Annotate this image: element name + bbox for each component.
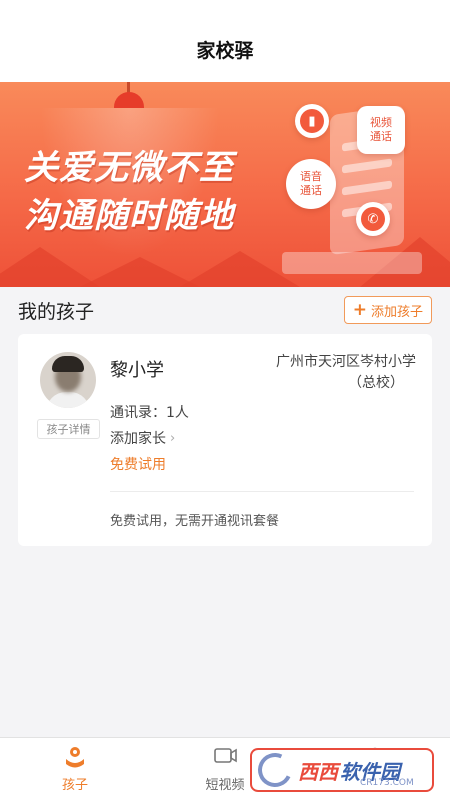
tab-children-label: 孩子 [61,778,88,793]
banner-slogan-line1: 关爱无微不至 [24,148,234,188]
video-icon [212,744,238,770]
bar-chart-icon: ▮ [295,104,329,138]
tab-children[interactable]: 孩子 [35,744,115,793]
voice-call-bubble: 语音 通话 [286,159,336,209]
child-detail-button[interactable]: 孩子详情 [37,419,100,439]
child-icon [62,744,88,770]
child-name: 黎小学 [110,360,164,381]
watermark-brand1: 西西 [298,759,338,784]
page-title: 家校驿 [196,39,254,62]
banner-slogan-line2: 沟通随时随地 [24,196,234,236]
app-header: 家校驿 [0,0,450,82]
divider [110,491,414,492]
contacts-count[interactable]: 通讯录：1人 [110,402,189,422]
lamp-icon [114,92,144,108]
my-children-header: 我的孩子 + 添加孩子 [0,287,450,333]
section-title: 我的孩子 [18,300,95,323]
add-parent-link[interactable]: 添加家长 › [110,428,175,448]
trial-note: 免费试用，无需开通视讯套餐 [110,514,280,529]
video-call-bubble: 视频 通话 [357,106,405,154]
free-trial-link[interactable]: 免费试用 [110,454,166,474]
watermark-logo: 西西 软件园 CR173.COM [250,748,434,792]
child-card[interactable]: 孩子详情 黎小学 广州市天河区岑村小学 （总校） 通讯录：1人 添加家长 › 免… [18,334,432,546]
watermark-icon [253,748,297,792]
chevron-right-icon: › [170,430,176,446]
add-parent-label: 添加家长 [110,431,166,447]
add-child-label: 添加孩子 [370,304,423,320]
avatar[interactable] [40,352,96,408]
watermark-site: CR173.COM [360,778,414,788]
plus-icon: + [352,299,367,320]
phone-stage [282,252,422,274]
school-name: 广州市天河区岑村小学 （总校） [276,354,416,391]
tab-short-video-label: 短视频 [205,778,245,793]
phone-icon: ✆ [356,202,390,236]
add-child-button[interactable]: + 添加孩子 [343,296,432,324]
promo-banner[interactable]: 关爱无微不至 沟通随时随地 ▮ 视频 通话 语音 通话 ✆ [0,82,450,287]
